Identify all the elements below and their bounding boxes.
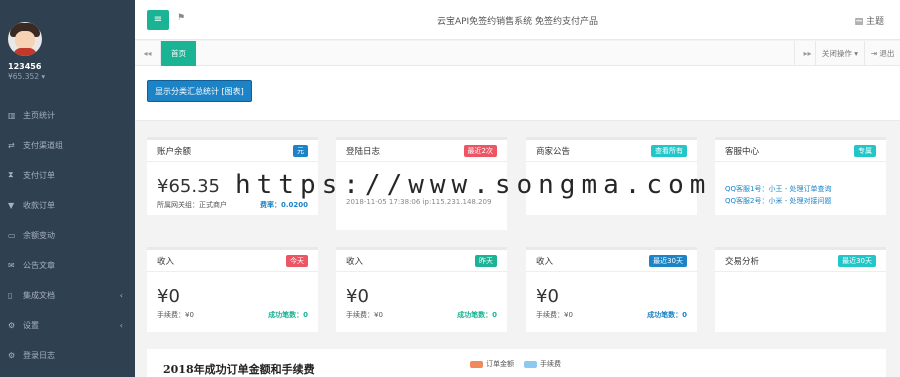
close-tabs-dropdown[interactable]: 关闭操作 ▾ <box>814 41 864 66</box>
card-title: 账户余额 <box>157 146 192 157</box>
success-count: 成功笔数：0 <box>457 311 497 319</box>
user-balance-dropdown[interactable]: ¥65.352 ▾ <box>8 72 135 81</box>
qq-service-link-1[interactable]: QQ客服1号：小王 - 处理订单查询 <box>725 184 876 194</box>
card-title: 登陆日志 <box>346 146 381 157</box>
login-log-card: 登陆日志 最近2次 2018-11-05 17:38:06 ip:115.231… <box>336 137 507 230</box>
legend-swatch <box>470 360 483 368</box>
show-summary-stats-button[interactable]: 显示分类汇总统计 [图表] <box>147 80 252 102</box>
balance-card: 账户余额 元 ¥65.35 所属网关组：正式商户 费率：0.0200 <box>147 137 318 215</box>
legend-item-order-amount[interactable]: 订单金额 <box>470 359 514 369</box>
income-today-card: 收入 今天 ¥0 手续费：¥0 成功笔数：0 <box>147 247 318 332</box>
sidebar-item-settings[interactable]: ⚙ 设置 ‹ <box>0 310 135 340</box>
site-title: 云宝API免签约销售系统 免签约支付产品 <box>436 17 599 27</box>
view-all-badge[interactable]: 查看所有 <box>651 144 687 157</box>
sidebar-item-label: 集成文档 <box>23 290 55 300</box>
sidebar-item-balance-changes[interactable]: ▭ 余额变动 <box>0 220 135 250</box>
card-title: 收入 <box>346 256 364 267</box>
sidebar-item-receive-orders[interactable]: ▼ 收款订单 <box>0 190 135 220</box>
sidebar-item-label: 支付渠道组 <box>23 140 63 150</box>
gear-icon: ⚙ <box>8 350 16 360</box>
sidebar-item-label: 支付订单 <box>23 170 55 180</box>
sidebar-item-announcements[interactable]: ✉ 公告文章 <box>0 250 135 280</box>
income-value: ¥0 <box>536 286 559 307</box>
status-badge: 最近30天 <box>838 254 876 267</box>
card-title: 客服中心 <box>725 146 760 157</box>
main-content: 显示分类汇总统计 [图表] 账户余额 元 ¥65.35 所属网关组：正式商户 费… <box>135 66 900 377</box>
success-count: 成功笔数：0 <box>268 311 308 319</box>
sidebar-item-label: 主页统计 <box>23 110 55 120</box>
status-badge: 元 <box>293 144 308 157</box>
card-title: 交易分析 <box>725 256 760 267</box>
legend-swatch <box>524 360 537 368</box>
cogs-icon: ⚙ <box>8 320 16 330</box>
chart-title: 2018年成功订单金额和手续费 <box>163 363 315 376</box>
balance-value: ¥65.35 <box>157 176 220 197</box>
hourglass-icon: ⧗ <box>8 170 14 179</box>
tab-home[interactable]: 首页 <box>161 41 196 66</box>
bar-chart-icon: ▥ <box>8 110 16 120</box>
sidebar-item-label: 设置 <box>23 320 39 330</box>
sidebar-item-channel-group[interactable]: ⇄ 支付渠道组 <box>0 130 135 160</box>
gateway-group: 所属网关组：正式商户 <box>157 201 227 209</box>
logout-button[interactable]: ⇥ 退出 <box>864 41 900 66</box>
money-icon: ▭ <box>8 230 16 240</box>
status-badge: 昨天 <box>475 254 497 267</box>
sidebar-item-pay-orders[interactable]: ⧗ 支付订单 <box>0 160 135 190</box>
chart-legend: 订单金额 手续费 <box>470 359 571 369</box>
status-badge: 最近30天 <box>649 254 687 267</box>
sidebar-item-label: 收款订单 <box>23 200 55 210</box>
legend-label: 手续费 <box>540 360 561 368</box>
fee-value: 手续费：¥0 <box>157 311 194 319</box>
card-title: 收入 <box>536 256 554 267</box>
summary-panel: 显示分类汇总统计 [图表] <box>135 66 900 121</box>
sidebar-item-docs[interactable]: ▯ 集成文档 ‹ <box>0 280 135 310</box>
customer-service-card: 客服中心 专属 QQ客服1号：小王 - 处理订单查询 QQ客服2号：小米 - 处… <box>715 137 886 215</box>
card-title: 收入 <box>157 256 175 267</box>
income-yesterday-card: 收入 昨天 ¥0 手续费：¥0 成功笔数：0 <box>336 247 507 332</box>
chevron-left-icon: ‹ <box>119 290 123 300</box>
trade-analysis-card: 交易分析 最近30天 <box>715 247 886 332</box>
exchange-icon: ⇄ <box>8 140 15 150</box>
flag-icon[interactable]: ⚑ <box>177 13 185 23</box>
user-profile: 123456 ¥65.352 ▾ <box>0 0 135 95</box>
menu-toggle-button[interactable]: ≡ <box>147 10 169 30</box>
status-badge: 最近2次 <box>463 144 497 157</box>
sidebar-item-label: 登录日志 <box>23 350 55 360</box>
status-badge: 今天 <box>286 254 308 267</box>
fee-value: 手续费：¥0 <box>536 311 573 319</box>
filter-icon: ▼ <box>8 200 15 210</box>
legend-item-fee[interactable]: 手续费 <box>524 359 561 369</box>
sidebar: 123456 ¥65.352 ▾ ▥ 主页统计 ⇄ 支付渠道组 ⧗ 支付订单 ▼… <box>0 0 135 377</box>
sidebar-item-label: 余额变动 <box>23 230 55 240</box>
qq-service-link-2[interactable]: QQ客服2号：小米 - 处理对接问题 <box>725 196 876 206</box>
sidebar-item-login-log[interactable]: ⚙ 登录日志 <box>0 340 135 370</box>
sidebar-item-label: 公告文章 <box>23 260 55 270</box>
username[interactable]: 123456 <box>8 62 135 71</box>
tabs-bar: ◂◂ 首页 ▸▸ 关闭操作 ▾ ⇥ 退出 <box>135 41 900 66</box>
fee-rate: 费率：0.0200 <box>259 201 308 209</box>
sidebar-item-home-stats[interactable]: ▥ 主页统计 <box>0 100 135 130</box>
income-value: ¥0 <box>346 286 369 307</box>
login-log-entry: 2018-11-05 17:38:06 ip:115.231.148.209 <box>346 198 492 206</box>
chevron-left-icon: ‹ <box>119 320 123 330</box>
chart-panel: 2018年成功订单金额和手续费 订单金额 手续费 <box>147 349 886 377</box>
sidebar-menu: ▥ 主页统计 ⇄ 支付渠道组 ⧗ 支付订单 ▼ 收款订单 ▭ 余额变动 ✉ 公告… <box>0 100 135 370</box>
card-title: 商家公告 <box>536 146 571 157</box>
legend-label: 订单金额 <box>486 360 514 368</box>
top-bar: 云宝API免签约销售系统 免签约支付产品 ≡ ⚑ ▤ 主题 <box>135 0 900 40</box>
file-icon: ▯ <box>8 290 13 300</box>
envelope-icon: ✉ <box>8 260 15 270</box>
avatar[interactable] <box>8 22 42 56</box>
income-30days-card: 收入 最近30天 ¥0 手续费：¥0 成功笔数：0 <box>526 247 697 332</box>
theme-button[interactable]: ▤ 主题 <box>855 14 884 27</box>
success-count: 成功笔数：0 <box>647 311 687 319</box>
notice-card: 商家公告 查看所有 <box>526 137 697 215</box>
fee-value: 手续费：¥0 <box>346 311 383 319</box>
tabs-scroll-left-button[interactable]: ◂◂ <box>135 41 161 66</box>
status-badge: 专属 <box>854 144 876 157</box>
income-value: ¥0 <box>157 286 180 307</box>
